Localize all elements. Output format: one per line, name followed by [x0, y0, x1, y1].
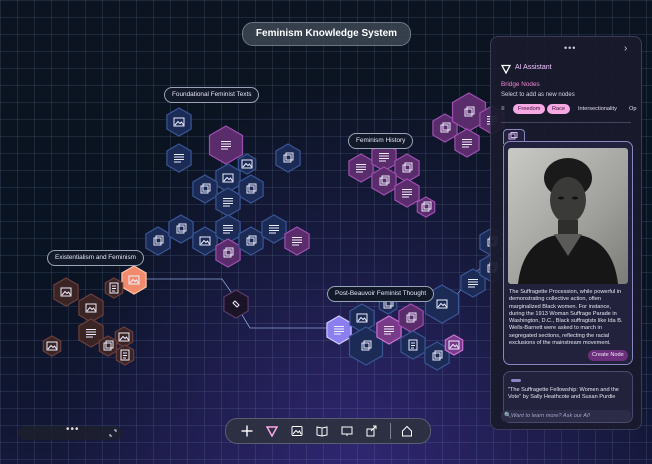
tag-op[interactable]: Op — [624, 104, 641, 114]
node-image[interactable] — [349, 303, 375, 333]
node-hub-link[interactable] — [223, 289, 249, 319]
cluster-history[interactable] — [348, 92, 505, 218]
tag-freedom[interactable]: Freedom — [513, 104, 546, 114]
node-text-highlight[interactable] — [208, 125, 244, 165]
portrait-photo — [508, 148, 628, 284]
minimap[interactable]: ••• — [18, 424, 122, 440]
bridge-nodes-subtitle: Select to add as new nodes — [501, 92, 575, 98]
panel-divider — [501, 122, 631, 123]
node-doc-small[interactable] — [115, 344, 135, 366]
app-title: Feminism Knowledge System — [242, 22, 411, 46]
ask-ai-input[interactable] — [511, 410, 629, 422]
home-icon[interactable] — [398, 422, 416, 440]
node-stack[interactable] — [275, 143, 301, 173]
node-doc[interactable] — [400, 330, 426, 360]
ai-assistant-panel: ••• › AI Assistant Bridge Nodes Select t… — [490, 36, 642, 430]
node-stack[interactable] — [238, 226, 264, 256]
reference-card-text: "The Suffragette Fellowship: Women and t… — [508, 387, 619, 401]
add-icon[interactable] — [238, 422, 256, 440]
node-text[interactable] — [261, 214, 287, 244]
node-text[interactable] — [166, 143, 192, 173]
node-stack[interactable] — [192, 174, 218, 204]
node-image-active[interactable] — [121, 265, 147, 295]
node-image-small[interactable] — [114, 326, 134, 348]
link-existentialism-hub — [140, 278, 237, 300]
filter-icon[interactable]: ≡ — [501, 106, 505, 112]
create-node-button[interactable]: Create Node — [588, 350, 628, 361]
image-icon[interactable] — [288, 422, 306, 440]
node-stack[interactable] — [168, 214, 194, 244]
tag-race[interactable]: Race — [547, 104, 571, 114]
node-image-small[interactable] — [42, 335, 62, 357]
node-stack[interactable] — [371, 166, 397, 196]
stack-icon — [508, 132, 518, 140]
cluster-label-foundational[interactable]: Foundational Feminist Texts — [164, 87, 260, 103]
bridge-node-card[interactable]: The Suffragette Procession, while powerf… — [503, 141, 633, 365]
canvas-stage: Feminism Knowledge System Foundational F… — [0, 0, 652, 464]
cluster-label-history[interactable]: Feminism History — [348, 133, 414, 149]
toolbar-divider — [390, 423, 391, 439]
cluster-foundational[interactable] — [145, 107, 310, 268]
reference-card-handle — [511, 379, 521, 382]
node-stack-small[interactable] — [416, 196, 436, 218]
minimap-dots[interactable]: ••• — [66, 424, 80, 435]
node-stack-small[interactable] — [98, 335, 118, 357]
panel-more-button[interactable]: ••• — [564, 43, 576, 53]
node-text[interactable] — [454, 128, 480, 158]
node-image[interactable] — [166, 107, 192, 137]
node-text-pink[interactable] — [284, 226, 310, 256]
ai-assistant-icon[interactable] — [263, 422, 281, 440]
node-stack[interactable] — [398, 303, 424, 333]
expand-icon[interactable] — [109, 429, 117, 437]
node-image-small[interactable] — [237, 153, 257, 175]
share-icon[interactable] — [363, 422, 381, 440]
node-stack[interactable] — [238, 174, 264, 204]
panel-title: AI Assistant — [515, 64, 552, 71]
link-hub-postbeauvoir — [235, 304, 330, 329]
book-icon[interactable] — [313, 422, 331, 440]
node-image-small[interactable] — [444, 334, 464, 356]
bottom-toolbar — [225, 418, 431, 444]
node-doc-small[interactable] — [104, 277, 124, 299]
bridge-nodes-heading: Bridge Nodes — [501, 81, 540, 88]
panel-collapse-button[interactable]: › — [624, 43, 627, 54]
node-stack[interactable] — [394, 153, 420, 183]
node-image[interactable] — [192, 226, 218, 256]
node-text-active[interactable] — [326, 315, 352, 345]
cluster-label-existentialism[interactable]: Existentialism and Feminism — [47, 250, 144, 266]
ai-assistant-icon — [501, 64, 511, 74]
tag-intersectionality[interactable]: Intersectionality — [573, 104, 622, 114]
node-text[interactable] — [215, 187, 241, 217]
node-stack[interactable] — [145, 226, 171, 256]
slides-icon[interactable] — [338, 422, 356, 440]
node-stack-pink[interactable] — [215, 238, 241, 268]
cluster-label-postbeauvoir[interactable]: Post-Beauvoir Feminist Thought — [327, 286, 435, 302]
card-description: The Suffragette Procession, while powerf… — [509, 289, 623, 347]
node-image[interactable] — [53, 277, 79, 307]
node-image[interactable] — [78, 293, 104, 323]
cluster-existentialism[interactable] — [42, 265, 147, 366]
node-text[interactable] — [348, 153, 374, 183]
node-text[interactable] — [394, 178, 420, 208]
